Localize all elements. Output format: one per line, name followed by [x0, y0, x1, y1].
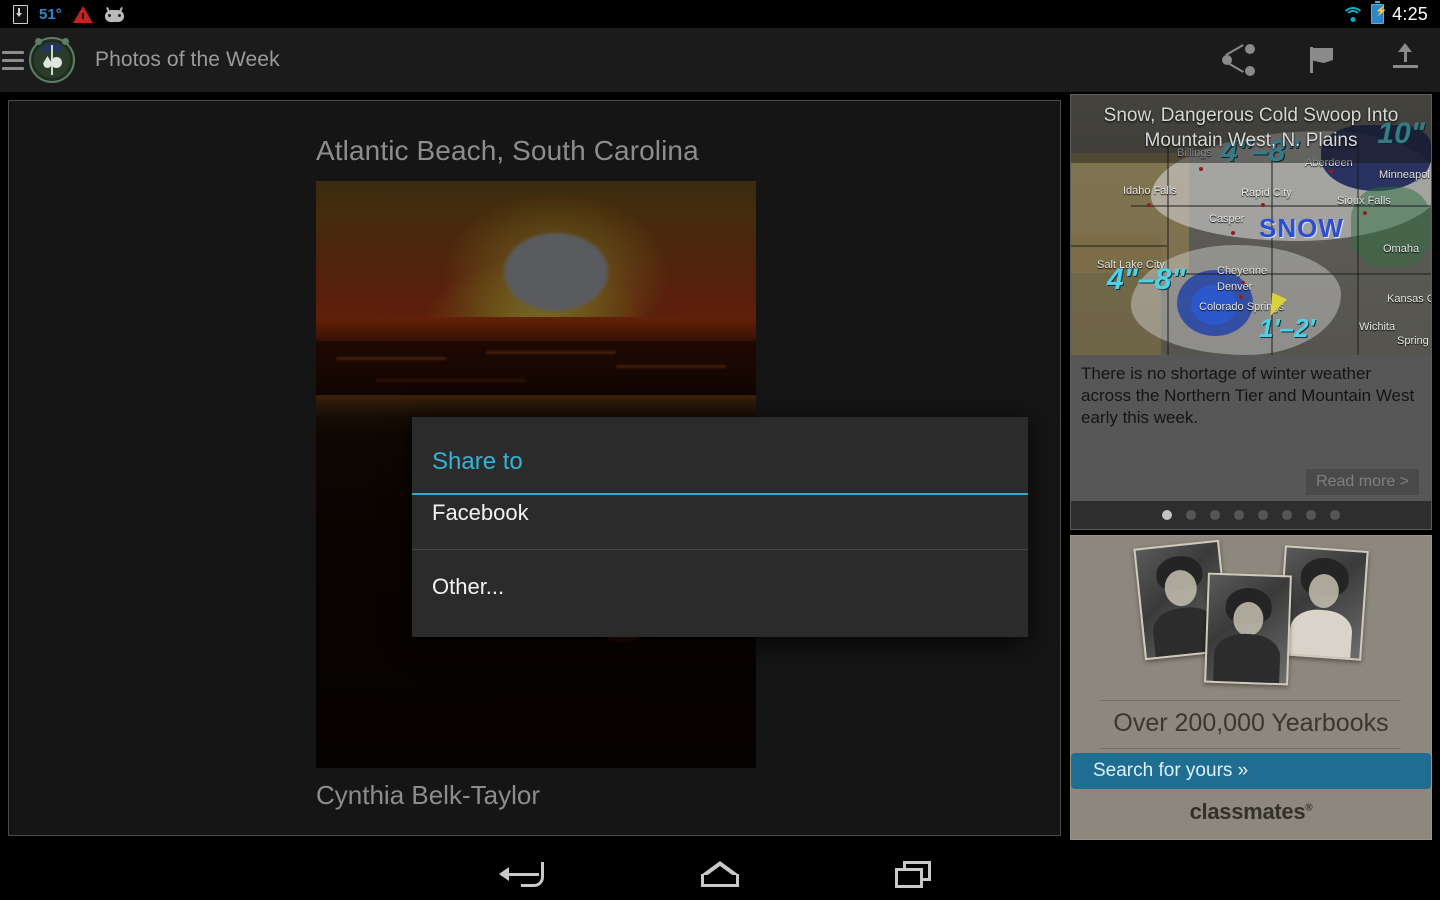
ad-brand-name: classmates	[1189, 799, 1306, 824]
status-bar: 51° ⚡ 4:25	[0, 0, 1440, 28]
hamburger-menu-icon[interactable]	[2, 50, 24, 70]
dialog-title: Share to	[432, 448, 523, 475]
sidebar: Billings Aberdeen Minneapol Idaho Falls …	[1070, 94, 1432, 842]
yearbook-photo	[1204, 572, 1292, 686]
carousel-dot[interactable]	[1330, 510, 1340, 520]
read-more-button[interactable]: Read more >	[1306, 469, 1419, 495]
carousel-dot[interactable]	[1186, 510, 1196, 520]
ad-headline: Over 200,000 Yearbooks	[1113, 709, 1389, 737]
status-bar-right: ⚡ 4:25	[1341, 0, 1428, 28]
photo-title: Atlantic Beach, South Carolina	[316, 135, 699, 166]
recent-apps-icon[interactable]	[887, 857, 941, 891]
carousel-dot[interactable]	[1258, 510, 1268, 520]
upload-icon[interactable]	[1388, 41, 1426, 79]
carousel-dot[interactable]	[1162, 510, 1172, 520]
weather-news-card[interactable]: Billings Aberdeen Minneapol Idaho Falls …	[1070, 94, 1432, 530]
screen: 51° ⚡ 4:25 Photos of the Week Atlantic B…	[0, 0, 1440, 900]
dialog-item-facebook[interactable]: Facebook	[412, 476, 1028, 549]
carousel-dot[interactable]	[1306, 510, 1316, 520]
advertisement-card[interactable]: Over 200,000 Yearbooks Search for yours …	[1070, 535, 1432, 840]
download-icon	[13, 4, 28, 24]
flag-icon[interactable]	[1304, 41, 1342, 79]
weather-body: There is no shortage of winter weather a…	[1071, 355, 1431, 505]
ad-cta-button[interactable]: Search for yours »	[1071, 753, 1431, 789]
back-icon[interactable]	[499, 857, 553, 891]
dialog-accent-divider	[412, 493, 1028, 495]
ad-brand-logo: classmates®	[1071, 789, 1431, 825]
yearbook-photo	[1277, 545, 1369, 661]
weatherbug-logo-icon[interactable]	[29, 37, 75, 83]
battery-charging-icon: ⚡	[1371, 1, 1388, 24]
share-icon[interactable]	[1220, 41, 1258, 79]
carousel-dot[interactable]	[1210, 510, 1220, 520]
dialog-item-other[interactable]: Other...	[412, 550, 1028, 623]
carousel-dots[interactable]	[1071, 501, 1431, 529]
content-area: Atlantic Beach, South Carolina Cynthia B…	[0, 92, 1440, 848]
yearbook-photos-image	[1071, 536, 1431, 696]
android-bug-icon	[104, 6, 125, 22]
status-temperature: 51°	[39, 5, 62, 23]
app-bar: Photos of the Week	[0, 28, 1440, 92]
carousel-dot[interactable]	[1234, 510, 1244, 520]
share-dialog: Share to Facebook Other...	[412, 417, 1028, 637]
status-clock: 4:25	[1392, 3, 1428, 24]
ad-brand-mark: ®	[1305, 802, 1313, 814]
status-bar-left: 51°	[0, 4, 125, 24]
app-bar-actions	[1220, 28, 1426, 92]
system-navigation-bar	[0, 848, 1440, 900]
weather-headline: Snow, Dangerous Cold Swoop Into Mountain…	[1071, 95, 1431, 163]
wifi-icon	[1341, 6, 1365, 22]
carousel-dot[interactable]	[1282, 510, 1292, 520]
home-icon[interactable]	[693, 857, 747, 891]
weather-body-text: There is no shortage of winter weather a…	[1081, 364, 1415, 427]
page-title: Photos of the Week	[95, 48, 280, 71]
photo-author: Cynthia Belk-Taylor	[316, 780, 540, 810]
warning-triangle-icon	[72, 5, 93, 23]
